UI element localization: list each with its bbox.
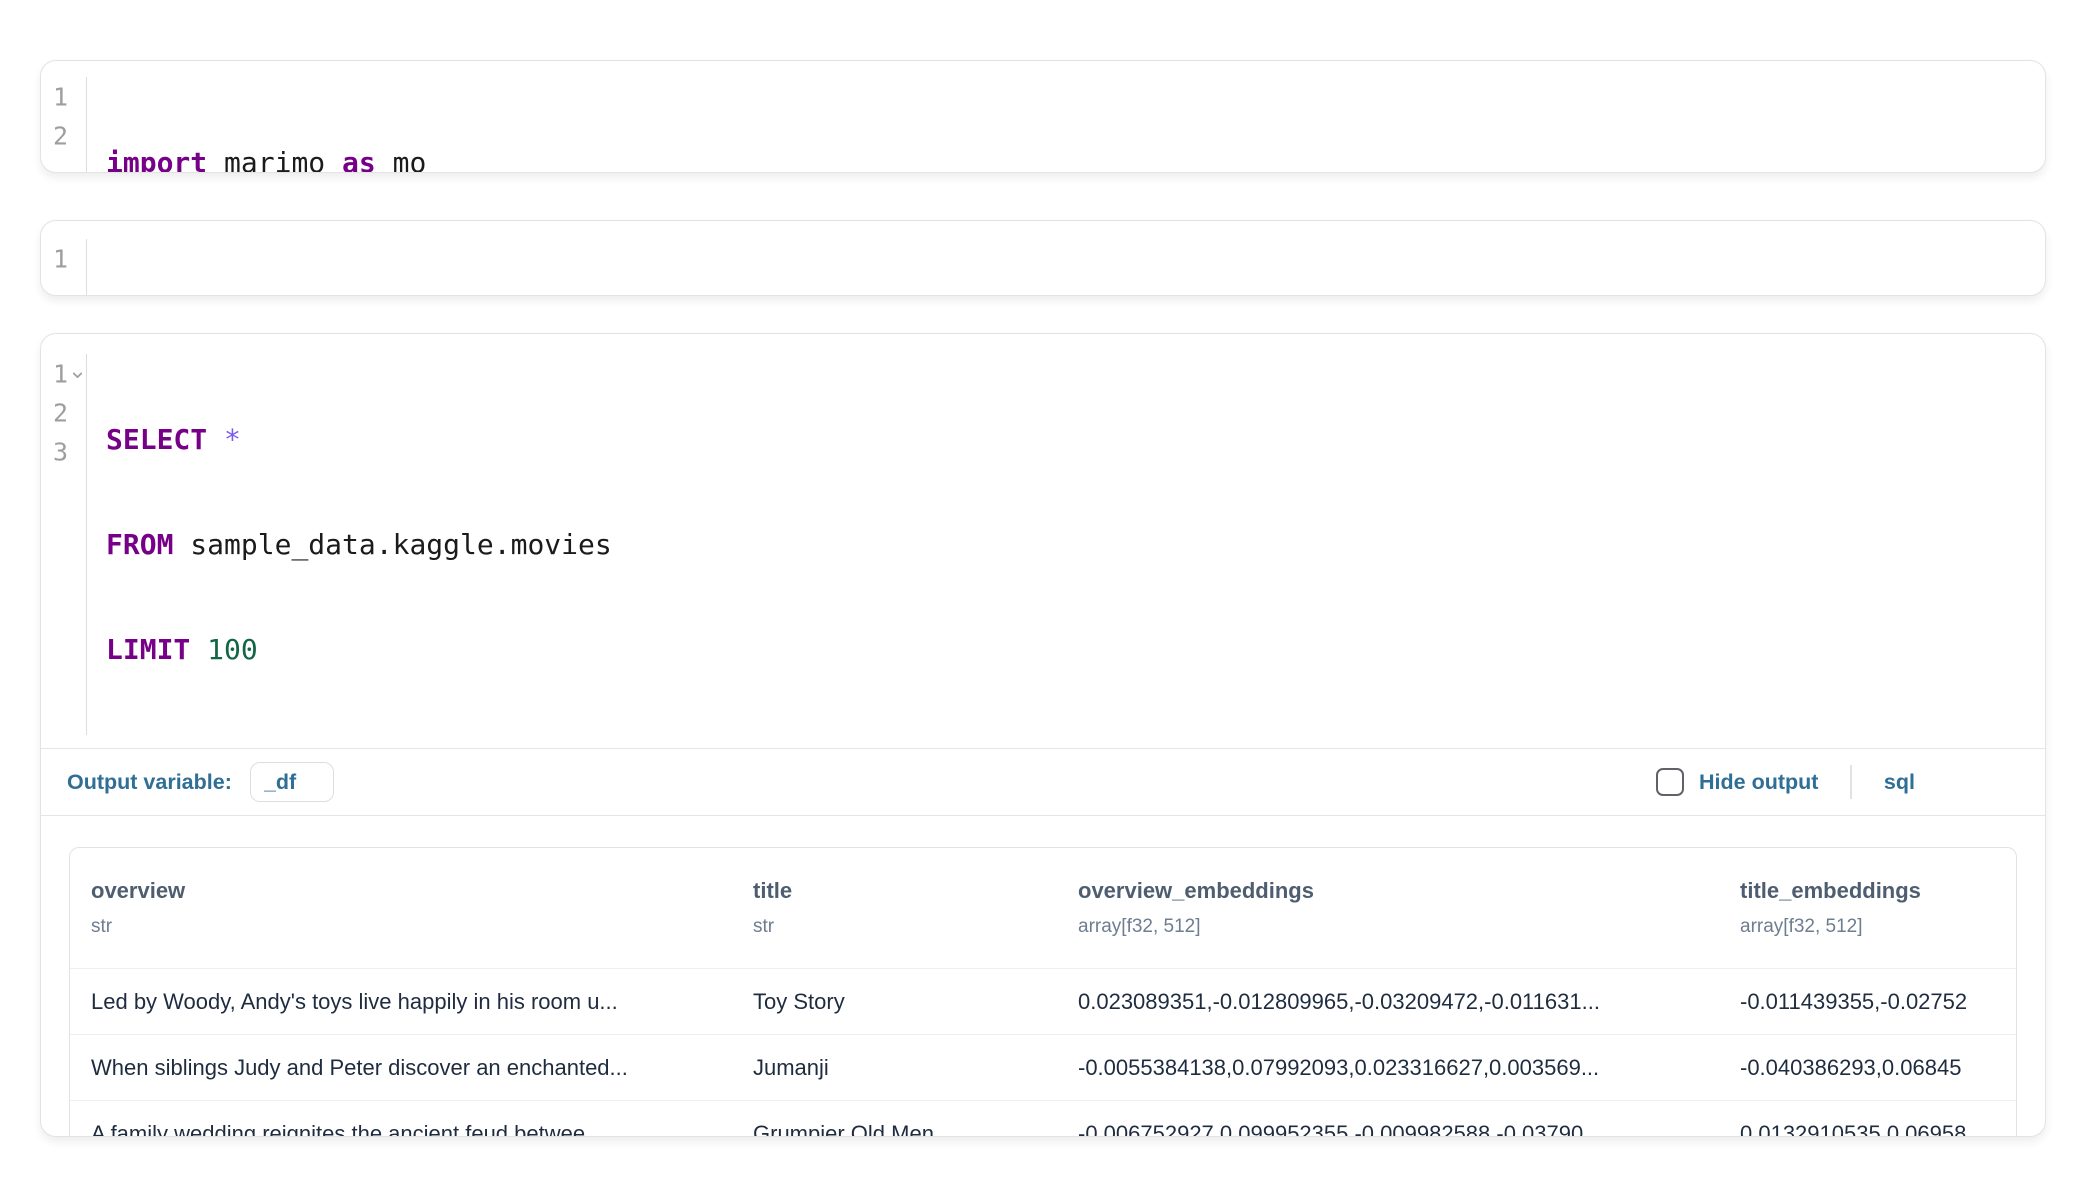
cell-title-embeddings: -0.011439355,-0.02752 [1719,989,2016,1015]
gutter-row: 2 [41,393,86,432]
gutter-row: 1 [41,239,86,278]
gutter-row: 2 [41,116,86,155]
cell-title-embeddings: -0.040386293,0.06845 [1719,1055,2016,1081]
gutter-row: 3 [41,432,86,471]
line-number: 1 [53,244,68,273]
table-header-row: overview str title str overview_embeddin… [70,848,2016,968]
code-editor[interactable]: import marimo as mo import duckdb [87,77,2045,173]
hide-output-checkbox[interactable] [1656,768,1684,796]
sql-cell-query: 1 2 3 SELECT * FROM sample_data.kaggle.m… [40,333,2046,1137]
cell-overview-embeddings: -0.0055384138,0.07992093,0.023316627,0.0… [1057,1055,1719,1081]
column-dtype: str [753,916,1057,938]
code-line: LIMIT 100 [106,630,2045,669]
code-token: SELECT [106,423,207,456]
table-row: Led by Woody, Andy's toys live happily i… [70,968,2016,1034]
column-name: overview [91,878,732,904]
code-token [190,633,207,666]
line-number: 2 [53,398,68,427]
code-cell-imports: 1 2 import marimo as mo import duckdb [40,60,2046,173]
column-dtype: array[f32, 512] [1078,916,1719,938]
cell-toolbar: Output variable: Hide output sql [41,748,2045,816]
code-editor-area: 1 2 3 SELECT * FROM sample_data.kaggle.m… [41,334,2045,748]
code-editor[interactable]: SELECT * FROM sample_data.kaggle.movies … [87,354,2045,735]
code-token: sample_data.kaggle.movies [173,528,611,561]
code-token [207,423,224,456]
column-header-overview[interactable]: overview str [70,878,732,938]
cell-overview: A family wedding reignites the ancient f… [70,1121,732,1138]
code-token: as [342,146,376,173]
code-token: FROM [106,528,173,561]
code-editor-area: 1 duckdb.sql(f"ATTACH 'md:_share/sample_… [41,221,2045,296]
language-badge-sql[interactable]: sql [1884,770,1915,795]
output-variable-label: Output variable: [67,770,232,795]
table-row: When siblings Judy and Peter discover an… [70,1034,2016,1100]
cell-overview: Led by Woody, Andy's toys live happily i… [70,989,732,1015]
hide-output-label[interactable]: Hide output [1699,770,1818,795]
column-dtype: array[f32, 512] [1740,916,2016,938]
line-number-gutter: 1 [41,239,87,296]
cell-overview: When siblings Judy and Peter discover an… [70,1055,732,1081]
column-name: title_embeddings [1740,878,2016,904]
column-header-title[interactable]: title str [732,878,1057,938]
table-row: A family wedding reignites the ancient f… [70,1100,2016,1137]
code-line: SELECT * [106,420,2045,459]
code-token: mo [376,146,427,173]
code-line: import marimo as mo [106,143,2045,173]
toolbar-divider [1850,765,1852,799]
cell-overview-embeddings: -0.006752927,0.099952355,-0.009982588,-0… [1057,1121,1719,1138]
cell-output-area: overview str title str overview_embeddin… [41,816,2045,1137]
line-number-gutter: 1 2 3 [41,354,87,735]
column-header-title-embeddings[interactable]: title_embeddings array[f32, 512] [1719,878,2016,938]
cell-title-embeddings: 0.0132910535,0.06958 [1719,1121,2016,1138]
cell-title: Toy Story [732,989,1057,1015]
code-editor[interactable]: duckdb.sql(f"ATTACH 'md:_share/sample_da… [87,239,2045,296]
code-token: 100 [207,633,258,666]
line-number: 3 [53,437,68,466]
column-dtype: str [91,916,732,938]
toolbar-right-group: Hide output sql [1656,765,2019,799]
code-token: import [106,146,207,173]
code-line: FROM sample_data.kaggle.movies [106,525,2045,564]
column-name: overview_embeddings [1078,878,1719,904]
gutter-row: 1 [41,77,86,116]
gutter-row: 1 [41,354,86,393]
code-cell-attach-database: 1 duckdb.sql(f"ATTACH 'md:_share/sample_… [40,220,2046,296]
code-token: LIMIT [106,633,190,666]
line-number: 1 [53,82,68,111]
code-token: * [224,423,241,456]
line-number-gutter: 1 2 [41,77,87,173]
output-variable-input[interactable] [250,762,334,802]
column-header-overview-embeddings[interactable]: overview_embeddings array[f32, 512] [1057,878,1719,938]
results-table: overview str title str overview_embeddin… [69,847,2017,1137]
line-number: 1 [53,359,68,388]
line-number: 2 [53,121,68,150]
fold-chevron-icon[interactable] [70,368,85,383]
cell-title: Jumanji [732,1055,1057,1081]
cell-title: Grumpier Old Men [732,1121,1057,1138]
code-editor-area: 1 2 import marimo as mo import duckdb [41,61,2045,173]
column-name: title [753,878,1057,904]
cell-overview-embeddings: 0.023089351,-0.012809965,-0.03209472,-0.… [1057,989,1719,1015]
code-token: marimo [207,146,342,173]
